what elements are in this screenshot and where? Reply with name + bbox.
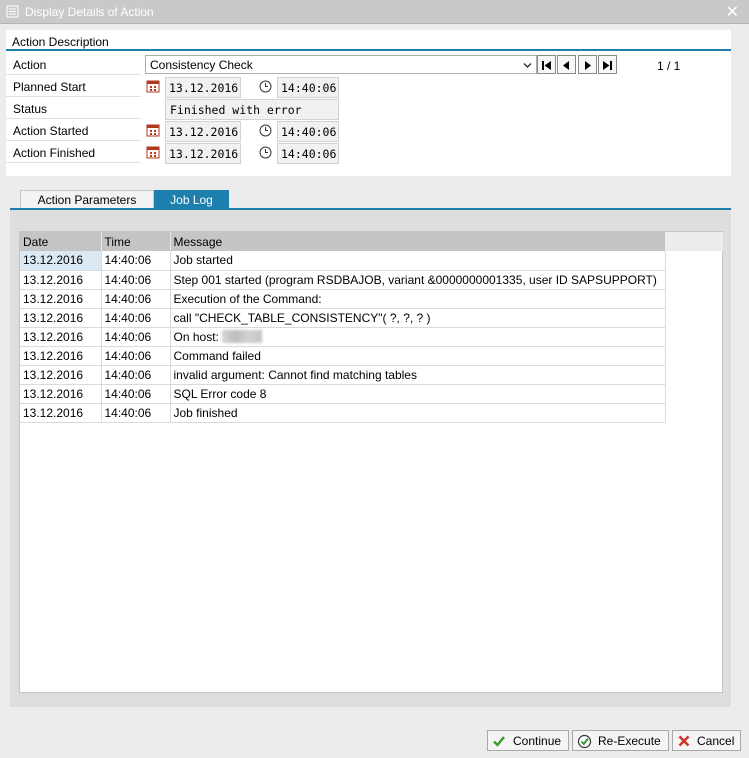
close-icon[interactable]: ✕ (726, 2, 739, 22)
cell-date[interactable]: 13.12.2016 (20, 384, 102, 404)
action-finished-time: 14:40:06 (277, 143, 339, 164)
clock-icon (259, 124, 272, 137)
job-log-grid[interactable]: Date Time Message 13.12.2016 14:40:06 Jo… (19, 231, 723, 693)
cell-message[interactable]: On host: (170, 327, 666, 347)
next-page-button[interactable] (578, 55, 597, 74)
status-label: Status (6, 98, 141, 119)
first-page-button[interactable] (537, 55, 556, 74)
cell-time[interactable]: 14:40:06 (101, 346, 171, 366)
column-header-time[interactable]: Time (101, 232, 171, 251)
action-finished-label: Action Finished (6, 142, 141, 163)
window-icon (6, 5, 19, 18)
tab-strip: Action Parameters Job Log (10, 188, 731, 209)
table-row[interactable]: 13.12.2016 14:40:06 Step 001 started (pr… (20, 270, 666, 290)
continue-label: Continue (513, 734, 562, 748)
cell-date[interactable]: 13.12.2016 (20, 327, 102, 347)
cell-message[interactable]: Command failed (170, 346, 666, 366)
tab-job-log[interactable]: Job Log (154, 190, 229, 209)
window-title: Display Details of Action (25, 5, 154, 19)
action-dropdown-value: Consistency Check (150, 58, 253, 72)
continue-button[interactable]: Continue (487, 730, 569, 751)
next-page-icon (585, 61, 591, 70)
cell-message[interactable]: call "CHECK_TABLE_CONSISTENCY"( ?, ?, ? … (170, 308, 666, 328)
table-row[interactable]: 13.12.2016 14:40:06 SQL Error code 8 (20, 384, 666, 404)
table-row[interactable]: 13.12.2016 14:40:06 Execution of the Com… (20, 289, 666, 309)
table-row[interactable]: 13.12.2016 14:40:06 On host: (20, 327, 666, 347)
page-indicator: 1 / 1 (657, 59, 681, 73)
table-row[interactable]: 13.12.2016 14:40:06 Job finished (20, 403, 666, 423)
action-started-time: 14:40:06 (277, 121, 339, 142)
cancel-x-icon (678, 735, 690, 747)
action-started-date: 13.12.2016 (165, 121, 241, 142)
cell-message[interactable]: Job started (170, 251, 666, 271)
planned-start-label: Planned Start (6, 76, 141, 97)
cell-message[interactable]: invalid argument: Cannot find matching t… (170, 365, 666, 385)
status-value: Finished with error (165, 99, 339, 120)
calendar-icon[interactable] (146, 79, 160, 93)
redacted-hostname (221, 329, 262, 343)
job-log-area: Date Time Message 13.12.2016 14:40:06 Jo… (10, 210, 731, 707)
column-header-message[interactable]: Message (170, 232, 666, 251)
cell-time[interactable]: 14:40:06 (101, 308, 171, 328)
chevron-down-icon[interactable] (523, 61, 532, 70)
cell-date[interactable]: 13.12.2016 (20, 251, 102, 271)
cell-message[interactable]: Job finished (170, 403, 666, 423)
cell-time[interactable]: 14:40:06 (101, 251, 171, 271)
checkmark-icon (493, 736, 505, 747)
cell-time[interactable]: 14:40:06 (101, 270, 171, 290)
calendar-icon[interactable] (146, 123, 160, 137)
cell-date[interactable]: 13.12.2016 (20, 403, 102, 423)
cell-time[interactable]: 14:40:06 (101, 384, 171, 404)
reexecute-icon (577, 734, 592, 749)
action-started-label: Action Started (6, 120, 141, 141)
clock-icon (259, 80, 272, 93)
action-dropdown[interactable]: Consistency Check (145, 55, 537, 74)
prev-page-button[interactable] (557, 55, 576, 74)
cell-message[interactable]: SQL Error code 8 (170, 384, 666, 404)
cell-time[interactable]: 14:40:06 (101, 289, 171, 309)
action-label: Action (6, 54, 141, 75)
cell-message-text: On host: (173, 329, 219, 344)
last-page-icon (603, 61, 612, 70)
last-page-button[interactable] (598, 55, 617, 74)
cell-time[interactable]: 14:40:06 (101, 365, 171, 385)
table-row[interactable]: 13.12.2016 14:40:06 call "CHECK_TABLE_CO… (20, 308, 666, 328)
tab-action-parameters[interactable]: Action Parameters (20, 190, 154, 209)
table-row[interactable]: 13.12.2016 14:40:06 Command failed (20, 346, 666, 366)
job-log-table: Date Time Message 13.12.2016 14:40:06 Jo… (20, 232, 666, 423)
section-divider (6, 49, 731, 51)
planned-start-date: 13.12.2016 (165, 77, 241, 98)
reexecute-label: Re-Execute (598, 734, 661, 748)
cell-date[interactable]: 13.12.2016 (20, 270, 102, 290)
title-bar: Display Details of Action ✕ (0, 0, 749, 24)
table-row[interactable]: 13.12.2016 14:40:06 Job started (20, 251, 666, 271)
first-page-icon (542, 61, 551, 70)
cell-date[interactable]: 13.12.2016 (20, 365, 102, 385)
cancel-label: Cancel (697, 734, 735, 748)
action-description-panel: Action Description Action Consistency Ch… (6, 30, 731, 176)
cell-date[interactable]: 13.12.2016 (20, 289, 102, 309)
table-row[interactable]: 13.12.2016 14:40:06 invalid argument: Ca… (20, 365, 666, 385)
prev-page-icon (563, 61, 569, 70)
cell-message[interactable]: Step 001 started (program RSDBAJOB, vari… (170, 270, 666, 290)
cell-date[interactable]: 13.12.2016 (20, 308, 102, 328)
action-finished-date: 13.12.2016 (165, 143, 241, 164)
section-title: Action Description (12, 35, 109, 49)
planned-start-time: 14:40:06 (277, 77, 339, 98)
cell-time[interactable]: 14:40:06 (101, 403, 171, 423)
column-header-date[interactable]: Date (20, 232, 102, 251)
cell-message[interactable]: Execution of the Command: (170, 289, 666, 309)
cancel-button[interactable]: Cancel (672, 730, 741, 751)
cell-date[interactable]: 13.12.2016 (20, 346, 102, 366)
reexecute-button[interactable]: Re-Execute (572, 730, 669, 751)
calendar-icon[interactable] (146, 145, 160, 159)
cell-time[interactable]: 14:40:06 (101, 327, 171, 347)
clock-icon (259, 146, 272, 159)
header-filler (665, 232, 723, 251)
